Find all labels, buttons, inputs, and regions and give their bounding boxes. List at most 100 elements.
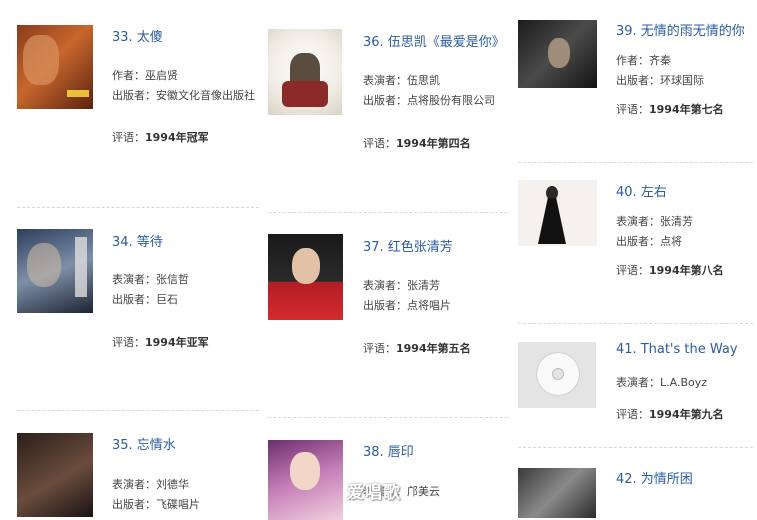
sep: ： <box>145 293 156 306</box>
publisher-value: 点将股份有限公司 <box>407 94 495 107</box>
album-cover-40[interactable] <box>518 180 597 246</box>
review-value: 1994年第九名 <box>649 408 724 421</box>
review-label: 评语 <box>112 131 134 144</box>
publisher-label: 出版者 <box>112 498 145 511</box>
album-cover-38[interactable] <box>268 440 343 520</box>
performer-label: 表演者 <box>112 273 145 286</box>
album-meta-39: 作者：齐秦 出版者：环球国际 <box>616 51 704 91</box>
album-title-40[interactable]: 40. 左右 <box>616 181 667 200</box>
album-title-text[interactable]: 为情所困 <box>641 472 693 487</box>
author-label: 作者 <box>616 54 638 67</box>
album-meta-41: 表演者：L.A.Boyz <box>616 373 707 393</box>
album-meta-37: 表演者：张清芳 出版者：点将唱片 <box>363 276 451 316</box>
divider <box>268 417 508 418</box>
album-title-text[interactable]: 等待 <box>137 235 163 250</box>
review-value: 1994年亚军 <box>145 336 209 349</box>
divider <box>518 162 753 163</box>
album-number: 42. <box>616 472 637 487</box>
divider <box>268 212 508 213</box>
performer-label: 表演者 <box>363 279 396 292</box>
divider <box>17 207 259 208</box>
sep: ： <box>649 235 660 248</box>
review-value: 1994年第八名 <box>649 264 724 277</box>
publisher-label: 出版者 <box>616 235 649 248</box>
performer-value: 伍思凯 <box>407 74 440 87</box>
album-cover-33[interactable] <box>17 25 93 109</box>
album-title-33[interactable]: 33. 太傻 <box>112 26 163 45</box>
sep: ： <box>638 408 649 421</box>
review-value: 1994年第五名 <box>396 342 471 355</box>
publisher-label: 出版者 <box>363 299 396 312</box>
album-cover-41[interactable] <box>518 342 596 408</box>
album-cover-35[interactable] <box>17 433 93 517</box>
album-title-42[interactable]: 42. 为情所困 <box>616 468 693 487</box>
album-title-text[interactable]: 左右 <box>641 185 667 200</box>
album-review-33: 评语：1994年冠军 <box>112 129 209 145</box>
sep: ： <box>134 131 145 144</box>
performer-label: 表演者 <box>616 376 649 389</box>
performer-value: 张清芳 <box>407 279 440 292</box>
performer-value: 刘德华 <box>156 478 189 491</box>
album-title-38[interactable]: 38. 唇印 <box>363 441 414 460</box>
album-meta-35: 表演者：刘德华 出版者：飞碟唱片 <box>112 475 200 515</box>
publisher-value: 环球国际 <box>660 74 704 87</box>
album-title-37[interactable]: 37. 红色张清芳 <box>363 236 453 255</box>
album-review-39: 评语：1994年第七名 <box>616 101 724 117</box>
sep: ： <box>385 137 396 150</box>
publisher-label: 出版者 <box>112 293 145 306</box>
publisher-label: 出版者 <box>363 94 396 107</box>
sep: ： <box>134 69 145 82</box>
review-label: 评语 <box>363 342 385 355</box>
album-title-text[interactable]: 太傻 <box>137 30 163 45</box>
album-title-36[interactable]: 36. 伍思凯《最爱是你》 <box>363 31 505 50</box>
album-title-text[interactable]: 伍思凯《最爱是你》 <box>388 35 505 50</box>
publisher-value: 巨石 <box>156 293 178 306</box>
sep: ： <box>145 498 156 511</box>
performer-label: 表演者 <box>363 74 396 87</box>
album-cover-39[interactable] <box>518 20 597 88</box>
sep: ： <box>134 336 145 349</box>
sep: ： <box>638 54 649 67</box>
review-value: 1994年第七名 <box>649 103 724 116</box>
album-number: 38. <box>363 445 384 460</box>
album-number: 37. <box>363 240 384 255</box>
sep: ： <box>396 279 407 292</box>
album-review-40: 评语：1994年第八名 <box>616 262 724 278</box>
author-value: 巫启贤 <box>145 69 178 82</box>
album-title-text[interactable]: That's the Way <box>641 342 738 357</box>
album-title-text[interactable]: 红色张清芳 <box>388 240 453 255</box>
divider <box>518 447 753 448</box>
performer-value: 张清芳 <box>660 215 693 228</box>
album-number: 33. <box>112 30 133 45</box>
performer-label: 表演者 <box>112 478 145 491</box>
album-title-text[interactable]: 忘情水 <box>137 438 176 453</box>
album-title-34[interactable]: 34. 等待 <box>112 231 163 250</box>
album-review-37: 评语：1994年第五名 <box>363 340 471 356</box>
sep: ： <box>396 74 407 87</box>
album-meta-40: 表演者：张清芳 出版者：点将 <box>616 212 693 252</box>
album-review-34: 评语：1994年亚军 <box>112 334 209 350</box>
performer-value: 张信哲 <box>156 273 189 286</box>
album-cover-42[interactable] <box>518 468 596 518</box>
album-title-text[interactable]: 无情的雨无情的你 <box>641 24 745 39</box>
album-title-39[interactable]: 39. 无情的雨无情的你 <box>616 20 745 39</box>
sep: ： <box>396 299 407 312</box>
album-cover-37[interactable] <box>268 234 343 320</box>
performer-value: 邝美云 <box>407 485 440 498</box>
album-number: 39. <box>616 24 637 39</box>
performer-value: L.A.Boyz <box>660 376 708 389</box>
review-label: 评语 <box>363 137 385 150</box>
author-value: 齐秦 <box>649 54 671 67</box>
album-cover-36[interactable] <box>268 29 342 115</box>
sep: ： <box>638 264 649 277</box>
album-title-35[interactable]: 35. 忘情水 <box>112 434 176 453</box>
review-value: 1994年冠军 <box>145 131 209 144</box>
album-title-text[interactable]: 唇印 <box>388 445 414 460</box>
album-title-41[interactable]: 41. That's the Way <box>616 342 738 357</box>
sep: ： <box>385 342 396 355</box>
sep: ： <box>145 273 156 286</box>
sep: ： <box>649 215 660 228</box>
album-cover-34[interactable] <box>17 229 93 313</box>
publisher-label: 出版者 <box>112 89 145 102</box>
review-value: 1994年第四名 <box>396 137 471 150</box>
